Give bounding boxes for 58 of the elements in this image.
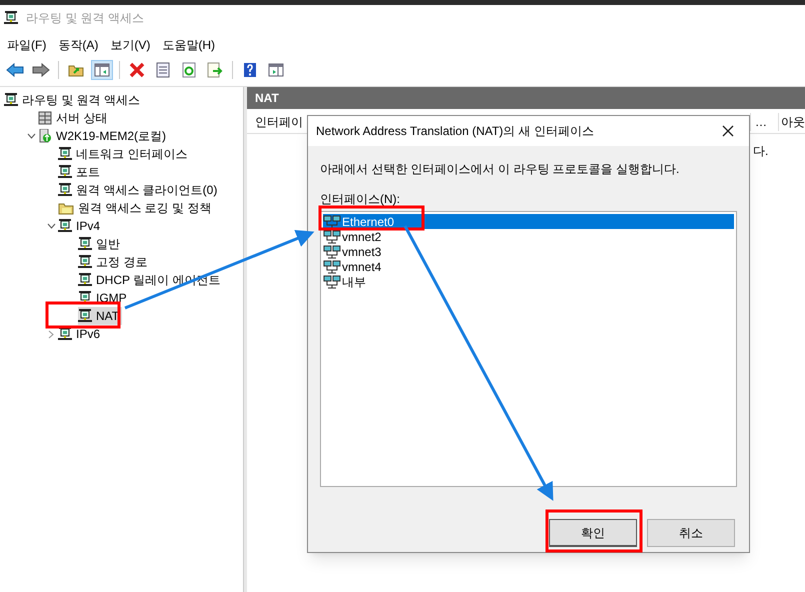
expand-icon[interactable]: [48, 330, 54, 338]
dialog-title: Network Address Translation (NAT)의 새 인터페이스: [316, 123, 594, 140]
forward-arrow-icon[interactable]: [30, 60, 52, 80]
tree-item[interactable]: 서버 상태: [38, 109, 110, 127]
tree-item[interactable]: IPv6: [58, 325, 104, 343]
tree-item[interactable]: W2K19-MEM2(로컬): [38, 127, 170, 145]
network-node-icon: [58, 183, 72, 197]
tree-item[interactable]: IPv4: [58, 217, 104, 235]
network-node-icon: [58, 147, 72, 161]
list-item[interactable]: Ethernet0: [323, 214, 734, 229]
network-icon: [323, 244, 341, 258]
interface-list[interactable]: Ethernet0 vmnet2 vmnet3 vmnet4 내부: [320, 211, 737, 487]
list-item[interactable]: vmnet4: [323, 259, 734, 274]
collapse-icon[interactable]: [26, 133, 36, 139]
menu-item[interactable]: 동작(A): [55, 36, 102, 54]
column-header[interactable]: 아웃: [779, 112, 805, 130]
server-icon: [38, 111, 52, 125]
tree-item[interactable]: 포트: [58, 163, 103, 181]
menu-item[interactable]: 도움말(H): [159, 36, 218, 54]
network-node-icon: [4, 11, 18, 25]
network-icon: [323, 260, 341, 274]
network-icon: [323, 214, 341, 228]
tree-item[interactable]: 원격 액세스 로깅 및 정책: [58, 199, 214, 217]
close-icon: [722, 125, 734, 137]
menu-item[interactable]: 파일(F): [4, 36, 50, 54]
network-node-icon: [58, 219, 72, 233]
list-item[interactable]: vmnet3: [323, 244, 734, 259]
cancel-button[interactable]: 취소: [647, 519, 735, 547]
window-title: 라우팅 및 원격 액세스: [26, 10, 144, 27]
column-header[interactable]: …: [751, 112, 779, 130]
tree-item[interactable]: 원격 액세스 클라이언트(0): [58, 181, 220, 199]
computer-icon: [38, 129, 52, 143]
collapse-icon[interactable]: [46, 223, 56, 229]
list-label: 인터페이스(N):: [320, 192, 400, 206]
description-text: 아래에서 선택한 인터페이스에서 이 라우팅 프로토콜을 실행합니다.: [320, 162, 680, 176]
network-node-icon: [78, 255, 92, 269]
tree-item[interactable]: NAT: [78, 307, 122, 325]
network-icon: [323, 274, 341, 288]
panel-header: NAT: [247, 87, 805, 109]
network-icon: [323, 230, 341, 244]
list-item[interactable]: 내부: [323, 274, 734, 289]
tree-item[interactable]: 일반: [78, 235, 123, 253]
menu-item[interactable]: 보기(V): [107, 36, 154, 54]
folder-icon: [58, 201, 74, 215]
network-node-icon: [4, 93, 18, 107]
network-node-icon: [58, 165, 72, 179]
network-node-icon: [78, 273, 92, 287]
network-node-icon: [78, 309, 92, 323]
back-arrow-icon[interactable]: [4, 60, 26, 80]
tree-item[interactable]: 네트워크 인터페이스: [58, 145, 190, 163]
network-node-icon: [58, 327, 72, 341]
tree-item[interactable]: 고정 경로: [78, 253, 150, 271]
list-item[interactable]: vmnet2: [323, 229, 734, 244]
ok-button[interactable]: 확인: [549, 519, 637, 547]
list-text: 다.: [753, 144, 768, 158]
tree-item[interactable]: 라우팅 및 원격 액세스: [4, 91, 144, 109]
network-node-icon: [78, 237, 92, 251]
pane-icon[interactable]: [91, 60, 113, 80]
